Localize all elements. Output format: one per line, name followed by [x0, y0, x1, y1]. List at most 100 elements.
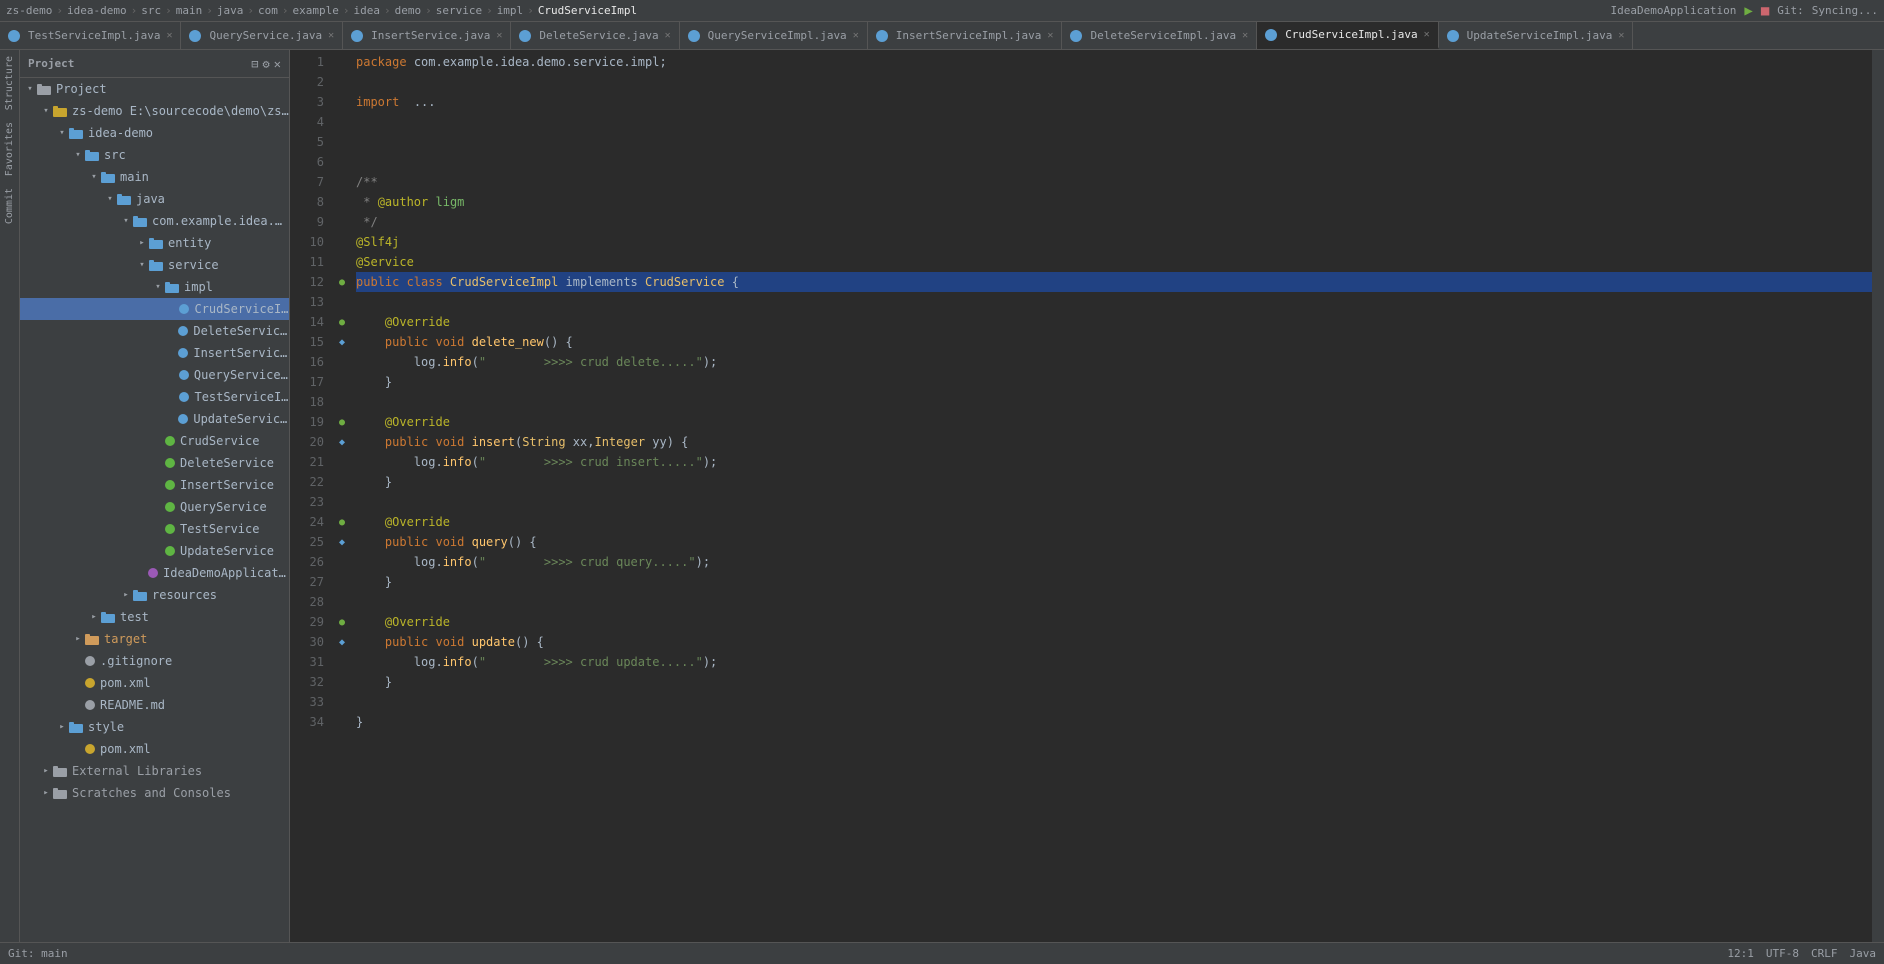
breadcrumb-demo[interactable]: demo	[395, 4, 422, 17]
tree-item-crudservice[interactable]: CrudService	[20, 430, 289, 452]
close-panel-icon[interactable]: ✕	[274, 57, 281, 71]
code-line[interactable]	[356, 592, 1872, 612]
breadcrumb-impl[interactable]: impl	[497, 4, 524, 17]
breadcrumb-com[interactable]: com	[258, 4, 278, 17]
code-line[interactable]: @Override	[356, 312, 1872, 332]
tab-crudserviceimpl[interactable]: CrudServiceImpl.java ✕	[1257, 22, 1438, 49]
collapse-all-icon[interactable]: ⊟	[251, 57, 258, 71]
tree-item-insertservice[interactable]: InsertService	[20, 474, 289, 496]
tree-item-crudserviceimpl[interactable]: CrudServiceImpl	[20, 298, 289, 320]
favorites-panel-toggle[interactable]: Favorites	[2, 116, 17, 182]
code-line[interactable]: log.info(" >>>> crud update.....");	[356, 652, 1872, 672]
tree-item-src[interactable]: ▾src	[20, 144, 289, 166]
tree-item-updateservice[interactable]: UpdateService	[20, 540, 289, 562]
breadcrumb-java[interactable]: java	[217, 4, 244, 17]
breadcrumb-crudserviceimpl[interactable]: CrudServiceImpl	[538, 4, 637, 17]
code-line[interactable]: */	[356, 212, 1872, 232]
tree-item-service[interactable]: ▾service	[20, 254, 289, 276]
tree-item-testservice[interactable]: TestService	[20, 518, 289, 540]
tab-close-deleteserviceimpl[interactable]: ✕	[1242, 30, 1248, 41]
tab-insertserviceimpl[interactable]: InsertServiceImpl.java ✕	[868, 22, 1063, 49]
tree-item-deleteserviceimpl[interactable]: DeleteServiceImpl	[20, 320, 289, 342]
tab-close-queryserviceimpl[interactable]: ✕	[853, 30, 859, 41]
stop-button[interactable]: ■	[1761, 3, 1769, 19]
tab-close-deleteservice[interactable]: ✕	[665, 30, 671, 41]
tree-item-testserviceimpl[interactable]: TestServiceImpl	[20, 386, 289, 408]
breadcrumb-zsdemo[interactable]: zs-demo	[6, 4, 52, 17]
tab-queryservice[interactable]: QueryService.java ✕	[181, 22, 343, 49]
tree-item-style[interactable]: ▸style	[20, 716, 289, 738]
code-line[interactable]: @Service	[356, 252, 1872, 272]
run-config-name[interactable]: IdeaDemoApplication	[1611, 4, 1737, 17]
tree-item-pom.xml[interactable]: pom.xml	[20, 738, 289, 760]
tree-item-java[interactable]: ▾java	[20, 188, 289, 210]
code-line[interactable]: }	[356, 712, 1872, 732]
code-line[interactable]: public void update() {	[356, 632, 1872, 652]
tab-testserviceimpl[interactable]: TestServiceImpl.java ✕	[0, 22, 181, 49]
code-line[interactable]: @Override	[356, 512, 1872, 532]
tab-close-testserviceimpl[interactable]: ✕	[166, 30, 172, 41]
code-line[interactable]: public void delete_new() {	[356, 332, 1872, 352]
lang-indicator[interactable]: Java	[1850, 947, 1877, 960]
tab-close-insertserviceimpl[interactable]: ✕	[1047, 30, 1053, 41]
tree-item-target[interactable]: ▸target	[20, 628, 289, 650]
tree-item-ideademoapplication[interactable]: IdeaDemoApplication	[20, 562, 289, 584]
commit-panel-toggle[interactable]: Commit	[2, 182, 17, 230]
tree-item-updateserviceimpl[interactable]: UpdateServiceImpl	[20, 408, 289, 430]
code-line[interactable]	[356, 492, 1872, 512]
code-line[interactable]	[356, 152, 1872, 172]
tree-item-project[interactable]: ▾Project	[20, 78, 289, 100]
code-line[interactable]: public class CrudServiceImpl implements …	[356, 272, 1872, 292]
tab-deleteservice[interactable]: DeleteService.java ✕	[511, 22, 679, 49]
tab-close-insertservice[interactable]: ✕	[496, 30, 502, 41]
tab-close-updateserviceimpl[interactable]: ✕	[1618, 30, 1624, 41]
tab-insertservice[interactable]: InsertService.java ✕	[343, 22, 511, 49]
code-line[interactable]: }	[356, 672, 1872, 692]
tree-item-zs-demoe:\sourcecode[interactable]: ▾zs-demo E:\sourcecode\demo\zs-demo	[20, 100, 289, 122]
code-line[interactable]: * @author ligm	[356, 192, 1872, 212]
code-line[interactable]: /**	[356, 172, 1872, 192]
tree-item-.gitignore[interactable]: .gitignore	[20, 650, 289, 672]
line-sep-indicator[interactable]: CRLF	[1811, 947, 1838, 960]
tree-item-insertserviceimpl[interactable]: InsertServiceImpl	[20, 342, 289, 364]
tab-queryserviceimpl[interactable]: QueryServiceImpl.java ✕	[680, 22, 868, 49]
code-line[interactable]: log.info(" >>>> crud query.....");	[356, 552, 1872, 572]
code-line[interactable]: log.info(" >>>> crud delete.....");	[356, 352, 1872, 372]
run-button[interactable]: ▶	[1744, 3, 1752, 19]
tree-item-scratchesandconsoles[interactable]: ▸Scratches and Consoles	[20, 782, 289, 804]
tab-deleteserviceimpl[interactable]: DeleteServiceImpl.java ✕	[1062, 22, 1257, 49]
tree-item-resources[interactable]: ▸resources	[20, 584, 289, 606]
code-line[interactable]	[356, 132, 1872, 152]
git-status[interactable]: Git: main	[8, 947, 68, 960]
code-line[interactable]: @Override	[356, 412, 1872, 432]
code-line[interactable]	[356, 692, 1872, 712]
tree-item-queryserviceimpl[interactable]: QueryServiceImpl	[20, 364, 289, 386]
structure-panel-toggle[interactable]: Structure	[2, 50, 17, 116]
code-line[interactable]: log.info(" >>>> crud insert.....");	[356, 452, 1872, 472]
code-line[interactable]: }	[356, 372, 1872, 392]
encoding-indicator[interactable]: UTF-8	[1766, 947, 1799, 960]
code-line[interactable]: public void insert(String xx,Integer yy)…	[356, 432, 1872, 452]
code-line[interactable]	[356, 392, 1872, 412]
tree-item-pom.xml[interactable]: pom.xml	[20, 672, 289, 694]
tab-close-crudserviceimpl[interactable]: ✕	[1424, 29, 1430, 40]
code-line[interactable]	[356, 292, 1872, 312]
tree-item-entity[interactable]: ▸entity	[20, 232, 289, 254]
breadcrumb-service[interactable]: service	[436, 4, 482, 17]
tree-item-main[interactable]: ▾main	[20, 166, 289, 188]
code-line[interactable]: @Slf4j	[356, 232, 1872, 252]
code-line[interactable]	[356, 72, 1872, 92]
tree-item-readme.md[interactable]: README.md	[20, 694, 289, 716]
code-line[interactable]: import ...	[356, 92, 1872, 112]
code-line[interactable]: public void query() {	[356, 532, 1872, 552]
breadcrumb-idea[interactable]: idea	[353, 4, 380, 17]
line-col-indicator[interactable]: 12:1	[1727, 947, 1754, 960]
tree-item-impl[interactable]: ▾impl	[20, 276, 289, 298]
code-line[interactable]: }	[356, 572, 1872, 592]
breadcrumb-example[interactable]: example	[292, 4, 338, 17]
tree-item-test[interactable]: ▸test	[20, 606, 289, 628]
code-line[interactable]: package com.example.idea.demo.service.im…	[356, 52, 1872, 72]
code-content[interactable]: package com.example.idea.demo.service.im…	[352, 50, 1872, 942]
tree-item-com.example.idea.dem[interactable]: ▾com.example.idea.demo	[20, 210, 289, 232]
code-line[interactable]: }	[356, 472, 1872, 492]
